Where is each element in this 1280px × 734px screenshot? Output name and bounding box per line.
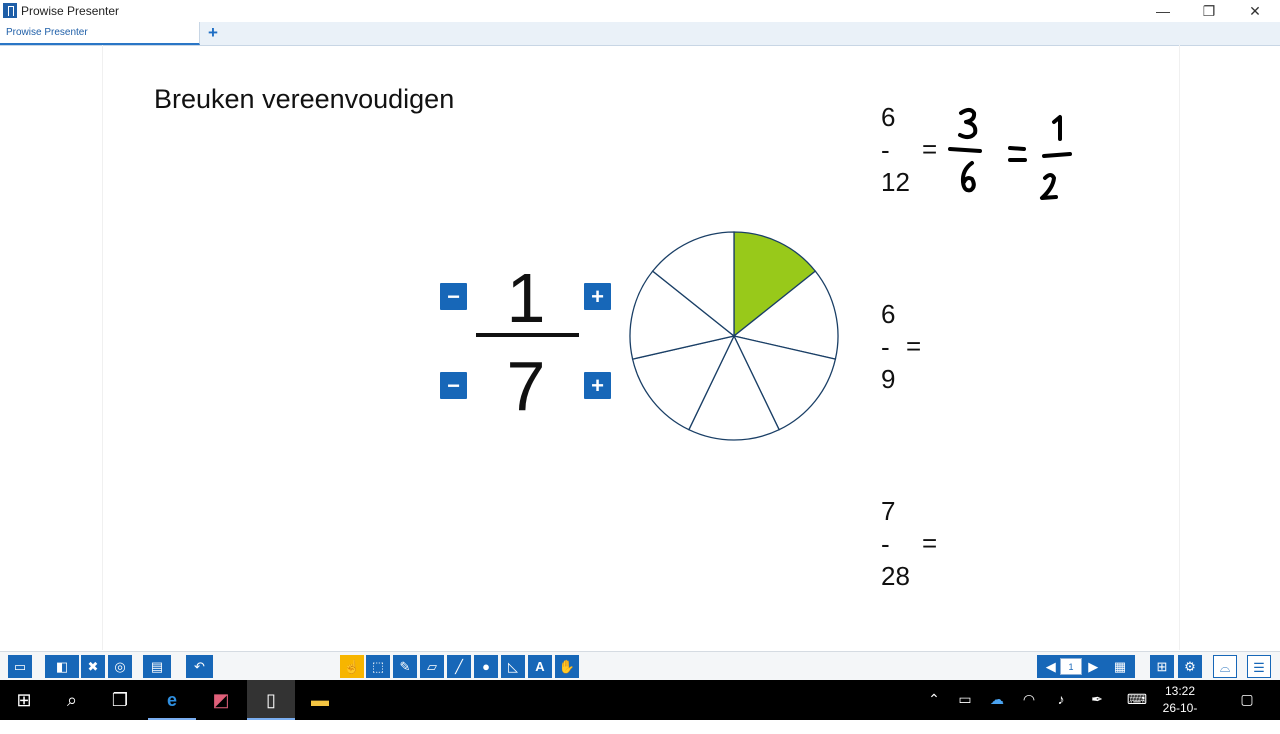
text-icon[interactable]: A — [528, 655, 552, 678]
restore-button[interactable]: ❐ — [1186, 0, 1232, 22]
tab-label: Prowise Presenter — [6, 27, 88, 38]
exercise-1-numerator: 6 — [881, 102, 896, 132]
slide-title: Breuken vereenvoudigen — [154, 84, 455, 114]
select-icon[interactable]: ⬚ — [366, 655, 390, 678]
circle-icon[interactable]: ● — [474, 655, 498, 678]
onedrive-icon[interactable]: ☁ — [986, 688, 1008, 710]
clock-date: 26-10-2018 — [1162, 701, 1198, 732]
tab-prowise-presenter[interactable]: Prowise Presenter — [0, 22, 200, 45]
system-clock[interactable]: 13:22 26-10-2018 — [1150, 683, 1210, 734]
document-icon[interactable]: ▯ — [247, 680, 295, 720]
screen-icon[interactable]: ⊞ — [1150, 655, 1174, 678]
paint-icon[interactable]: ◩ — [197, 680, 245, 720]
notifications-icon[interactable]: ▢ — [1236, 688, 1258, 710]
title-bar: Prowise Presenter — ❐ ✕ — [0, 0, 1280, 22]
exercise-2-denominator: 9 — [881, 364, 896, 394]
gear-icon[interactable]: ⚙ — [1178, 655, 1202, 678]
eraser-icon[interactable]: ▱ — [420, 655, 444, 678]
keyboard-icon[interactable]: ⌨ — [1124, 688, 1150, 710]
exercise-3-denominator: 28 — [881, 561, 910, 591]
exercise-2-numerator: 6 — [881, 299, 896, 329]
edge-icon[interactable]: e — [148, 680, 196, 720]
cards-icon[interactable]: ◧ — [45, 655, 79, 678]
prowise-logo-icon — [3, 3, 17, 18]
folder-icon[interactable]: ▭ — [8, 655, 32, 678]
line-icon[interactable]: ╱ — [447, 655, 471, 678]
task-view-icon[interactable]: ❐ — [96, 680, 144, 720]
volume-icon[interactable]: ♪ — [1050, 688, 1072, 710]
close-button[interactable]: ✕ — [1232, 0, 1278, 22]
exercise-2-bar: - — [881, 332, 890, 362]
fraction-numerator: 1 — [506, 259, 546, 337]
denominator-minus-button[interactable]: − — [440, 372, 467, 399]
battery-icon[interactable]: ▭ — [954, 688, 976, 710]
windows-start-icon[interactable]: ⊞ — [0, 680, 48, 720]
wifi-icon[interactable]: ◠ — [1018, 688, 1040, 710]
numerator-minus-button[interactable]: − — [440, 283, 467, 310]
pen-workspace-icon[interactable]: ✒ — [1086, 688, 1108, 710]
minimize-button[interactable]: — — [1140, 0, 1186, 22]
handwriting-ink — [948, 108, 1072, 200]
window-title: Prowise Presenter — [21, 4, 120, 18]
add-tab-button[interactable]: + — [208, 23, 218, 43]
numerator-plus-button[interactable]: + — [584, 283, 611, 310]
fraction-pie — [629, 231, 839, 441]
tab-bar: Prowise Presenter + — [0, 22, 1280, 46]
presenter-toolbar: ▭ ◧ ✖ ◎ ▤ ↶ ☝ ⬚ ✎ ▱ ╱ ● ◺ A ✋ ◀ ▶ 1 ▦ ⊞ … — [0, 651, 1280, 681]
exercise-3-bar: - — [881, 529, 890, 559]
exercise-1-denominator: 12 — [881, 167, 910, 197]
menu-icon[interactable]: ☰ — [1247, 655, 1271, 678]
exercise-1-bar: - — [881, 135, 890, 165]
pointer-icon[interactable]: ☝ — [340, 655, 364, 678]
page-overview-icon[interactable]: ▦ — [1105, 655, 1135, 678]
undo-icon[interactable]: ↶ — [186, 655, 213, 678]
pen-icon[interactable]: ✎ — [393, 655, 417, 678]
exercise-1-equals: = — [922, 134, 938, 164]
exercise-3-numerator: 7 — [881, 496, 896, 526]
clock-time: 13:22 — [1164, 684, 1196, 698]
denominator-plus-button[interactable]: + — [584, 372, 611, 399]
clipboard-icon[interactable]: ▤ — [143, 655, 171, 678]
tools-icon[interactable]: ✖ — [81, 655, 105, 678]
folder-icon[interactable]: ▬ — [296, 680, 344, 720]
exercise-2-equals: = — [906, 331, 922, 361]
ruler-icon[interactable]: ◺ — [501, 655, 525, 678]
exercise-3-equals: = — [922, 528, 938, 558]
chevron-up-icon[interactable]: ⌃ — [923, 688, 945, 710]
hand-icon[interactable]: ✋ — [555, 655, 579, 678]
fraction-denominator: 7 — [506, 347, 546, 425]
zoom-icon[interactable]: ◎ — [108, 655, 132, 678]
presenter-icon[interactable]: ⌓ — [1213, 655, 1237, 678]
windows-taskbar: ⊞ ⌕ ❐ e ◩ ▯ ▬ ⌃ ▭ ☁ ◠ ♪ ✒ ⌨ 13:22 26-10-… — [0, 680, 1280, 732]
fraction-bar — [476, 333, 579, 337]
page-number[interactable]: 1 — [1060, 658, 1082, 675]
search-icon[interactable]: ⌕ — [48, 680, 96, 720]
